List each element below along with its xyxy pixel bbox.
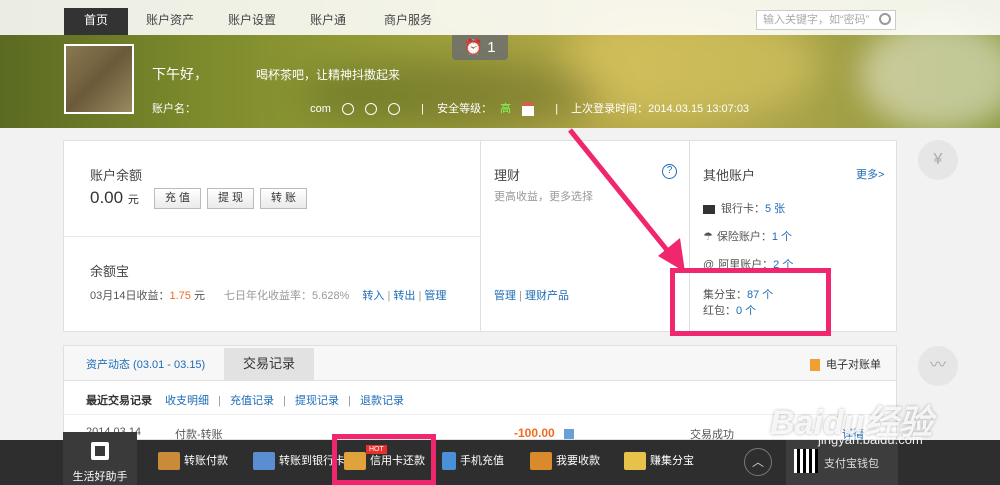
transfer-pay-button[interactable]: 转账付款 bbox=[158, 452, 228, 471]
yuebao-rate: 七日年化收益率：5.628% bbox=[224, 290, 350, 302]
nav-account-pass[interactable]: 账户通 bbox=[290, 8, 366, 32]
banner-glow bbox=[860, 20, 1000, 128]
ebill-icon bbox=[810, 359, 820, 372]
licai-links: 管理 | 理财产品 bbox=[494, 290, 569, 302]
qr-code-icon bbox=[794, 449, 818, 473]
yuebao-in-link[interactable]: 转入 bbox=[362, 290, 384, 302]
licai-manage-link[interactable]: 管理 bbox=[494, 290, 516, 302]
nav-home[interactable]: 首页 bbox=[64, 8, 129, 35]
last-login-label: 上次登录时间： bbox=[571, 103, 649, 115]
record-amount: -100.00 bbox=[514, 426, 575, 440]
security-label: 安全等级： bbox=[437, 103, 493, 115]
tab-trade-record[interactable]: 交易记录 bbox=[224, 348, 314, 380]
umbrella-icon: ☂ bbox=[703, 231, 713, 243]
avatar[interactable] bbox=[64, 44, 134, 114]
search-placeholder: 输入关键字，如“密码” bbox=[763, 14, 870, 26]
calendar-icon[interactable] bbox=[522, 102, 535, 116]
tab-asset-dynamic[interactable]: 资产动态 (03.01 - 03.15) bbox=[86, 356, 205, 372]
balance-amount: 0.00 bbox=[90, 188, 124, 207]
greeting-text: 下午好， bbox=[152, 66, 208, 82]
bank-transfer-icon bbox=[253, 452, 275, 471]
nav-account-assets[interactable]: 账户资产 bbox=[126, 8, 214, 32]
balance-title: 账户余额 bbox=[90, 168, 143, 183]
balance-amount-line: 0.00 元 bbox=[90, 188, 139, 208]
wallet-label: 支付宝钱包 bbox=[824, 458, 879, 470]
transfer-button[interactable]: 转 账 bbox=[260, 188, 308, 209]
nav-merchant-service[interactable]: 商户服务 bbox=[364, 8, 452, 32]
more-link[interactable]: 更多> bbox=[856, 166, 884, 182]
last-login-time: 2014.03.15 13:07:03 bbox=[648, 103, 750, 115]
insurance-label: 保险账户： bbox=[716, 231, 772, 243]
notification-count: 1 bbox=[487, 39, 496, 56]
annotation-arrow bbox=[568, 128, 685, 272]
earn-points-button[interactable]: 赚集分宝 bbox=[624, 452, 694, 471]
receive-icon bbox=[530, 452, 552, 471]
life-helper-label: 生活好助手 bbox=[72, 471, 128, 483]
trend-icon[interactable]: 〰 bbox=[918, 346, 958, 386]
divider bbox=[63, 236, 481, 237]
account-suffix: com bbox=[310, 103, 331, 115]
points-icon bbox=[624, 452, 646, 471]
money-bag-icon bbox=[158, 452, 180, 471]
yuebao-unit: 元 bbox=[193, 290, 205, 302]
top-nav: 首页 账户资产 账户设置 账户通 商户服务 输入关键字，如“密码” bbox=[0, 0, 1000, 35]
search-icon[interactable] bbox=[879, 13, 891, 25]
greeting-tail: 喝杯茶吧，让精神抖擞起来 bbox=[256, 68, 401, 82]
annotation-highlight-box bbox=[332, 434, 436, 485]
notification-badge[interactable]: ⏰ 1 bbox=[452, 35, 508, 60]
phone-icon bbox=[442, 452, 456, 471]
record-link-recharge[interactable]: 充值记录 bbox=[230, 395, 274, 407]
transfer-pay-label: 转账付款 bbox=[184, 455, 228, 467]
yuebao-income: 1.75 bbox=[169, 290, 191, 302]
yuebao-manage-link[interactable]: 管理 bbox=[424, 290, 446, 302]
insurance-row: ☂ 保险账户：1 个 bbox=[703, 228, 792, 244]
record-head-title: 最近交易记录 bbox=[86, 395, 152, 407]
bank-card-icon bbox=[703, 204, 715, 214]
mobile-recharge-label: 手机充值 bbox=[460, 455, 504, 467]
insurance-count[interactable]: 1 个 bbox=[772, 231, 792, 243]
earn-points-label: 赚集分宝 bbox=[650, 455, 694, 467]
licai-products-link[interactable]: 理财产品 bbox=[525, 290, 569, 302]
balance-unit: 元 bbox=[127, 194, 139, 206]
yuebao-income-label: 03月14日收益： bbox=[90, 290, 170, 302]
bank-card-count[interactable]: 5 张 bbox=[765, 203, 785, 215]
user-icon[interactable] bbox=[341, 103, 354, 116]
alarm-clock-icon: ⏰ bbox=[464, 39, 484, 56]
watermark-url: jingyan.baidu.com bbox=[818, 432, 923, 447]
mobile-recharge-button[interactable]: 手机充值 bbox=[442, 452, 504, 471]
record-link-detail[interactable]: 收支明细 bbox=[165, 395, 209, 407]
greeting: 下午好， 喝杯茶吧，让精神抖擞起来 bbox=[152, 64, 400, 84]
bank-card-label: 银行卡： bbox=[721, 203, 765, 215]
receive-money-label: 我要收款 bbox=[556, 455, 600, 467]
expand-icon[interactable] bbox=[564, 428, 575, 439]
ebill-link[interactable]: 电子对账单 bbox=[810, 356, 881, 372]
account-line: 账户名： com | 安全等级：高 | 上次登录时间：2014.03.15 13… bbox=[152, 102, 750, 116]
withdraw-button[interactable]: 提 现 bbox=[207, 188, 255, 209]
yuebao-title: 余额宝 bbox=[90, 264, 130, 279]
record-header: 最近交易记录 收支明细 | 充值记录 | 提现记录 | 退款记录 bbox=[86, 395, 405, 407]
mobile-icon[interactable] bbox=[388, 103, 401, 116]
nav-account-settings[interactable]: 账户设置 bbox=[208, 8, 296, 32]
ebill-label: 电子对账单 bbox=[826, 359, 881, 371]
certificate-icon[interactable] bbox=[365, 103, 378, 116]
collapse-icon[interactable]: ︿ bbox=[744, 448, 772, 476]
other-accounts-title: 其他账户 bbox=[703, 168, 756, 183]
yuan-icon[interactable]: ¥ bbox=[918, 140, 958, 180]
receive-money-button[interactable]: 我要收款 bbox=[530, 452, 600, 471]
grid-icon bbox=[91, 442, 109, 460]
life-helper-button[interactable]: 生活好助手 bbox=[63, 432, 137, 485]
security-level: 高 bbox=[500, 103, 512, 115]
account-label: 账户名： bbox=[152, 103, 196, 115]
licai-title: 理财 bbox=[494, 168, 521, 183]
bank-card-row: 银行卡：5 张 bbox=[703, 200, 785, 216]
yuebao-out-link[interactable]: 转出 bbox=[393, 290, 415, 302]
yuebao-line: 03月14日收益：1.75 元 七日年化收益率：5.628% 转入 | 转出 |… bbox=[90, 290, 447, 302]
record-amount-value: -100.00 bbox=[514, 426, 555, 440]
search-input[interactable]: 输入关键字，如“密码” bbox=[756, 10, 896, 30]
record-link-withdraw[interactable]: 提现记录 bbox=[295, 395, 339, 407]
recharge-button[interactable]: 充 值 bbox=[154, 188, 202, 209]
record-link-refund[interactable]: 退款记录 bbox=[360, 395, 404, 407]
